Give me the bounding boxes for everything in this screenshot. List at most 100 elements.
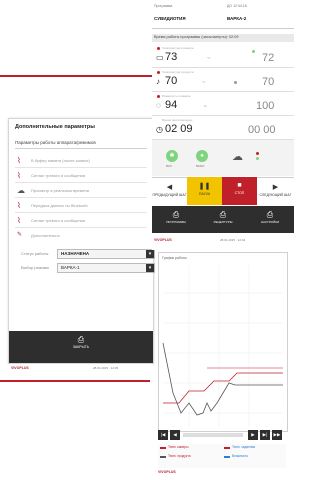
mode-field-label: Выбор режима [21,265,49,270]
previous-step-button[interactable]: ◀ ПРЕДЫДУЩИЙ ШАГ [152,177,187,206]
current-value: 94 [165,99,178,111]
brand-logo: VIVOPLUS [154,238,172,242]
button-label: ПРЕДЫДУЩИЙ ШАГ [152,193,187,197]
product-temp-line [162,342,283,416]
option-label: Просмотр в реальном времени [31,188,89,193]
dialog-bottom-bar: ⎙ ЗАКРЫТЬ [9,331,153,363]
probe-icon: ♪ [156,77,160,86]
dialog-footer: VIVOPLUS 28.01.2015 · 12:45 [9,364,153,372]
humidity-icon: ◌ [156,101,161,110]
first-icon: |◀ [160,432,166,437]
previous-step-icon: ◀ [166,184,173,191]
close-icon: ⎙ [77,335,85,344]
status-dot [157,47,160,50]
status-dot [157,71,160,74]
status-dot [256,157,259,160]
mode-select[interactable]: ВАРКА-1 ▾ [57,263,155,273]
option-label: Сигнал тревоги и сообщения [31,173,86,178]
additional-parameters-dialog: Дополнительные параметры Параметры работ… [8,118,155,372]
fan-icon[interactable]: ✱ [166,150,178,162]
chevron-down-icon: ▾ [146,250,154,258]
stop-icon: ■ [237,182,242,189]
option-row-4[interactable]: ⌇ Передача данных по Bluetooth [15,200,147,213]
drop-icon[interactable]: ● [196,150,208,162]
run-time-status: Время работы программы (часы:минуты): 02… [152,34,294,42]
time-label: ДО 12:44:18 [227,4,247,8]
legend-swatch [160,447,166,449]
status-select[interactable]: НАЗНАЧЕНА ▾ [57,249,155,259]
option-label: Передача данных по Bluetooth [31,203,88,208]
nav-label: НАСТРОЙКИ [260,220,280,224]
option-row-1[interactable]: ⌇ В буфер памяти (после записи) [15,155,147,168]
pause-icon: ❚❚ [198,183,211,190]
settings-icon: ⎙ [266,210,274,219]
fast-forward-button[interactable]: ▶▶ [272,430,282,440]
row-caption: Температура в камере [162,46,194,50]
cloud-icon: ☁ [232,151,243,163]
status-dot [256,152,259,155]
first-button[interactable]: |◀ [158,430,168,440]
camera-icon: ▭ [156,53,164,62]
stop-button[interactable]: ■ СТОП [222,177,257,205]
next-step-button[interactable]: ▶ СЛЕДУЮЩИЙ ШАГ [257,177,294,206]
legend-swatch [224,447,230,449]
forward-button[interactable]: ▶ [248,430,258,440]
back-icon: ◀ [173,432,177,437]
signal-icon: ⌇ [17,156,21,165]
status-field-label: Статус работы [21,251,49,256]
last-button[interactable]: ▶| [260,430,270,440]
option-label: Сигнал тревоги и сообщения [31,218,86,223]
fast-forward-icon: ▶▶ [273,432,281,437]
row-caption: Влажность в камере [162,94,191,98]
current-value: 02 09 [165,123,193,135]
cooking-time-row[interactable]: Время приготовления ◷ 02 09 00 00 [152,116,294,140]
nav-label: ПРОГРАММЫ [166,220,186,224]
stage-value: ВАРКА-2 [227,16,247,21]
brand-logo: VIVOPLUS [11,366,29,370]
nav-settings[interactable]: ⎙ НАСТРОЙКИ [250,210,290,225]
chamber-temp-row[interactable]: Температура в камере ▭ 73 °С 72 [152,44,294,68]
process-graph: График работы [158,252,288,432]
option-label: Дополнительно [31,233,60,238]
unit-tag: % [204,104,207,108]
program-label: Программа [154,4,173,8]
legend-label: Темп. продукта [168,454,191,458]
status-dot [234,81,237,84]
product-temp-row[interactable]: Температура продукта ♪ 70 °С 70 [152,68,294,92]
humidity-row[interactable]: Влажность в камере ◌ 94 % 100 [152,92,294,116]
mode-select-value: ВАРКА-1 [61,265,80,270]
option-row-3[interactable]: ☁ Просмотр в реальном времени [15,185,147,198]
chevron-down-icon: ▾ [146,264,154,272]
legend-swatch [224,456,230,458]
current-value: 73 [165,51,178,63]
brand-logo: VIVOPLUS [158,470,176,474]
option-row-5[interactable]: ⌇ Сигнал тревоги и сообщения [15,215,147,228]
signal-icon: ⌇ [17,216,21,225]
row-caption: Время приготовления [162,118,193,122]
option-row-2[interactable]: ⌇ Сигнал тревоги и сообщения [15,170,147,183]
back-button[interactable]: ◀ [170,430,180,440]
cooking-status-screen: Программа СУВИДИОТИЯ ДО 12:44:18 ВАРКА-2… [152,0,294,250]
next-step-icon: ▶ [272,184,279,191]
button-label: ПАУЗА [198,192,211,196]
drop-label: ВЫКЛ [196,164,205,168]
unit-tag: °С [207,56,211,60]
status-field-row: Статус работы НАЗНАЧЕНА ▾ [15,249,155,259]
option-row-more[interactable]: ✎ Дополнительно [15,230,147,242]
close-button-label: ЗАКРЫТЬ [72,345,90,349]
recipes-icon: ⎙ [219,210,227,219]
nav-recipes[interactable]: ⎙ РЕЦЕПТУРЫ [203,210,243,225]
program-value: СУВИДИОТИЯ [154,16,186,21]
legend-label: Влажность [232,454,249,458]
clock-icon: ◷ [156,125,163,134]
nav-label: РЕЦЕПТУРЫ [213,220,233,224]
target-value: 72 [262,52,275,64]
signal-icon: ⌇ [17,201,21,210]
timeline-scrollbar[interactable] [183,433,243,437]
programs-icon: ⎙ [172,210,180,219]
close-button[interactable]: ⎙ ЗАКРЫТЬ [67,335,95,357]
graph-canvas [162,265,283,427]
nav-programs[interactable]: ⎙ ПРОГРАММЫ [156,210,196,225]
graph-legend: Темп. камеры Темп. продукта Темп. заданн… [158,444,286,468]
pause-button[interactable]: ❚❚ ПАУЗА [187,177,222,205]
